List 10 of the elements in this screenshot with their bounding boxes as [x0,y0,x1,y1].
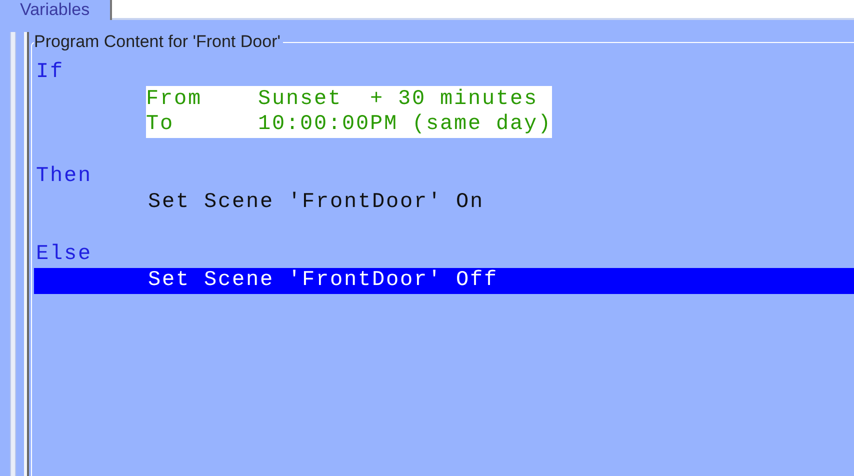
code-line[interactable]: If [34,60,854,86]
condition-value: 10:00:00PM (same day) [258,112,552,138]
condition-field: From [146,87,258,112]
code-line[interactable]: Then [34,164,854,190]
code-line[interactable]: Set Scene 'FrontDoor' On [34,190,854,216]
condition-value: Sunset + 30 minutes [258,87,538,112]
condition-field: To [146,112,258,138]
code-line[interactable]: Else [34,242,854,268]
group-title: Program Content for 'Front Door' [34,32,284,52]
variables-tab[interactable]: Variables [0,0,112,20]
